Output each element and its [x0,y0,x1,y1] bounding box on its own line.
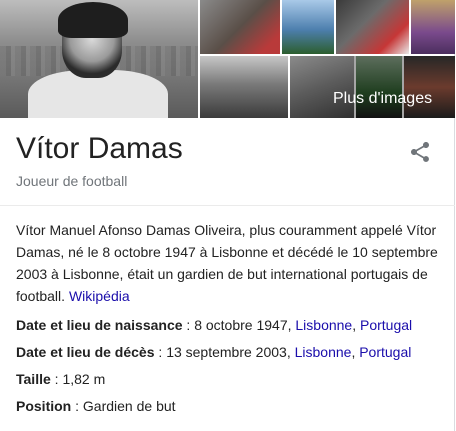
fact-label: Position [16,398,72,414]
entity-description: Vítor Manuel Afonso Damas Oliveira, plus… [16,219,440,307]
fact-value: 1,82 m [62,371,106,387]
photo-player-hair [58,2,128,38]
gallery-thumbnail[interactable] [336,0,409,54]
fact-death: Date et lieu de décès : 13 septembre 200… [16,343,411,361]
fact-value: 8 octobre 1947, [194,317,296,333]
fact-value: Gardien de but [82,398,176,414]
fact-birth: Date et lieu de naissance : 8 octobre 19… [16,316,412,334]
death-place-city-link[interactable]: Lisbonne [295,344,352,360]
gallery-thumbnail[interactable] [282,0,334,54]
death-place-country-link[interactable]: Portugal [359,344,411,360]
fact-position: Position : Gardien de but [16,397,176,415]
gallery-thumbnail[interactable] [200,0,280,54]
main-photo[interactable] [0,0,198,118]
wikipedia-link[interactable]: Wikipédia [69,288,130,304]
fact-height: Taille : 1,82 m [16,370,105,388]
birth-place-city-link[interactable]: Lisbonne [295,317,352,333]
entity-title: Vítor Damas [16,132,183,165]
fact-label: Date et lieu de naissance [16,317,183,333]
fact-separator: : [154,344,167,360]
entity-subtitle: Joueur de football [16,173,128,189]
gallery-thumbnail[interactable] [411,0,455,54]
fact-separator: : [50,371,63,387]
fact-separator: : [71,398,83,414]
fact-value: 13 septembre 2003, [166,344,295,360]
fact-label: Date et lieu de décès [16,344,155,360]
share-icon[interactable] [408,140,432,164]
knowledge-panel: Plus d'images Vítor Damas Joueur de foot… [0,0,455,431]
more-images-link[interactable]: Plus d'images [333,89,432,109]
fact-separator: : [182,317,195,333]
fact-label: Taille [16,371,51,387]
fact-comma: , [352,317,360,333]
section-divider [0,205,455,206]
birth-place-country-link[interactable]: Portugal [360,317,412,333]
image-gallery: Plus d'images [0,0,455,118]
gallery-thumbnail[interactable] [200,56,288,118]
